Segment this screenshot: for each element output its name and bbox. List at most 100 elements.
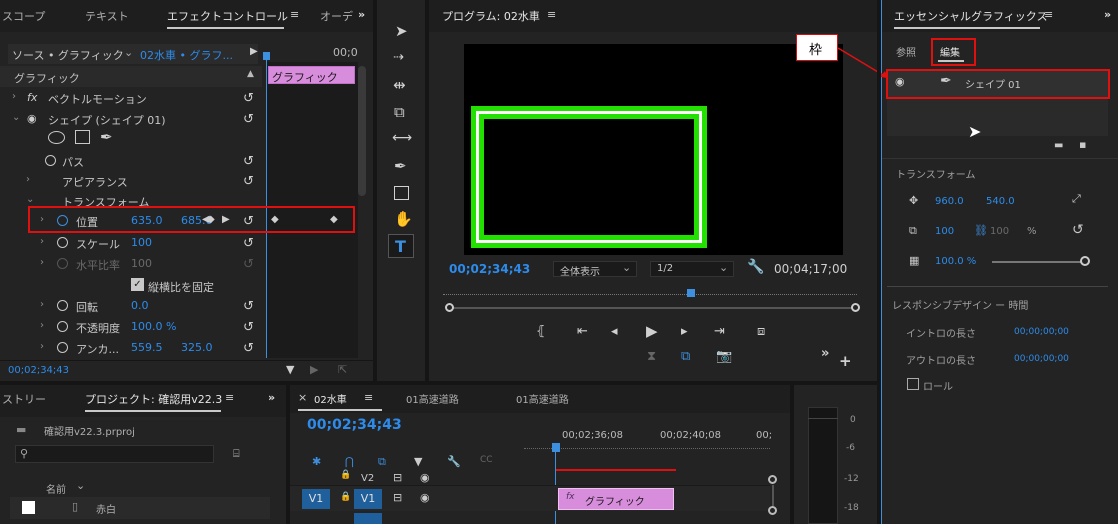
vertical-scrollbar[interactable] xyxy=(772,485,774,506)
tab-browse[interactable]: 参照 xyxy=(896,44,916,59)
comparison-view-icon[interactable]: ⧉ xyxy=(681,349,690,364)
panel-menu-icon[interactable]: ≡ xyxy=(547,8,556,21)
more-controls-icon[interactable]: » xyxy=(821,346,829,361)
collapse-chevron-icon[interactable]: ⌄ xyxy=(26,194,34,205)
timeline-timecode[interactable]: 00;02;34;43 xyxy=(307,417,402,433)
more-tabs-icon[interactable]: » xyxy=(358,8,365,21)
stopwatch-icon[interactable] xyxy=(45,155,56,166)
tab-sequence-02[interactable]: 02水車 xyxy=(314,391,347,406)
lock-icon[interactable]: 🔒 xyxy=(340,492,351,502)
tab-effect-controls[interactable]: エフェクトコントロール xyxy=(167,8,288,24)
opacity-slider-handle[interactable] xyxy=(1080,256,1090,266)
roll-checkbox[interactable] xyxy=(907,378,919,390)
add-button-icon[interactable]: + xyxy=(839,352,852,370)
panel-menu-icon[interactable]: ≡ xyxy=(364,391,373,404)
essential-graphics-title[interactable]: エッセンシャルグラフィックス xyxy=(894,8,1047,24)
eye-icon[interactable]: ◉ xyxy=(420,491,430,504)
sync-lock-icon[interactable]: ⊟ xyxy=(393,491,402,504)
opacity-slider[interactable] xyxy=(992,261,1082,263)
scroll-handle[interactable] xyxy=(768,475,777,484)
close-icon[interactable]: × xyxy=(298,391,307,404)
uniform-scale-checkbox[interactable]: ✓ xyxy=(131,278,144,291)
reset-icon[interactable]: ↺ xyxy=(243,112,257,127)
expand-chevron-icon[interactable]: › xyxy=(40,341,44,352)
link-icon[interactable]: ⛓ xyxy=(974,224,988,237)
play-audio-icon[interactable]: ▶ xyxy=(310,363,318,376)
opacity-value[interactable]: 100.0 % xyxy=(935,256,976,267)
intro-value[interactable]: 00;00;00;00 xyxy=(1014,327,1069,337)
panel-menu-icon[interactable]: ≡ xyxy=(225,391,234,404)
captions-icon[interactable]: CC xyxy=(480,455,493,465)
program-video-canvas[interactable] xyxy=(464,44,843,255)
hand-tool-icon[interactable]: ✋ xyxy=(394,210,413,228)
expand-chevron-icon[interactable]: › xyxy=(40,257,44,268)
timeline-playhead-marker[interactable] xyxy=(552,443,560,452)
tab-sequence-01b[interactable]: 01高速道路 xyxy=(516,391,569,406)
new-group-icon[interactable]: ▬ xyxy=(1054,140,1063,151)
wrench-icon[interactable]: 🔧 xyxy=(747,259,764,275)
play-only-icon[interactable]: ▶ xyxy=(250,46,258,57)
column-name-header[interactable]: 名前 xyxy=(46,481,66,496)
reset-icon[interactable]: ↺ xyxy=(243,174,257,189)
insert-icon[interactable]: ⧈ xyxy=(757,324,765,339)
time-ruler[interactable] xyxy=(443,294,857,300)
tab-scopes[interactable]: スコープ xyxy=(2,8,45,24)
type-tool-button[interactable]: T xyxy=(388,234,414,258)
chevron-down-icon[interactable]: ⌄ xyxy=(76,479,85,492)
source-selector[interactable]: ソース • グラフィック ⌄ 02水車 • グラフ... xyxy=(8,44,258,64)
ellipse-mask-icon[interactable] xyxy=(48,131,65,144)
playhead-marker[interactable] xyxy=(263,52,270,60)
timeline-clip[interactable]: fx グラフィック xyxy=(558,488,674,510)
expand-chevron-icon[interactable]: › xyxy=(26,174,30,185)
filter-icon[interactable]: ▼ xyxy=(286,363,294,376)
reset-icon[interactable]: ↺ xyxy=(243,341,257,356)
go-to-out-icon[interactable]: ⇥ xyxy=(714,324,725,339)
collapse-up-icon[interactable]: ▲ xyxy=(247,69,254,79)
list-item[interactable]: ▯ 赤白 xyxy=(10,497,270,519)
expand-chevron-icon[interactable]: › xyxy=(40,320,44,331)
fit-dropdown[interactable]: 全体表示 ⌄ xyxy=(553,261,637,278)
clip-label[interactable]: 02水車 • グラフ... xyxy=(140,47,233,63)
expand-chevron-icon[interactable]: › xyxy=(40,299,44,310)
export-icon[interactable]: ⇱ xyxy=(338,363,347,376)
expand-chevron-icon[interactable]: › xyxy=(12,91,16,102)
stopwatch-icon[interactable] xyxy=(57,237,68,248)
rectangle-mask-icon[interactable] xyxy=(75,130,90,144)
rotation-icon[interactable]: ↺ xyxy=(1072,222,1084,238)
panel-menu-icon[interactable]: ≡ xyxy=(1044,8,1053,21)
ripple-edit-tool-icon[interactable]: ⇹ xyxy=(393,76,406,94)
slip-tool-icon[interactable]: ⟷ xyxy=(392,130,412,146)
new-bin-icon[interactable]: ⌸ xyxy=(233,447,240,461)
step-forward-icon[interactable]: ▸ xyxy=(681,324,688,339)
snap-nest-icon[interactable]: ✱ xyxy=(312,455,321,468)
track-select-tool-icon[interactable]: ⇢ xyxy=(393,50,404,65)
anchor-point-icon[interactable]: ⤢ xyxy=(1072,192,1081,206)
eye-icon[interactable]: ◉ xyxy=(420,471,430,484)
wrench-icon[interactable]: 🔧 xyxy=(447,455,461,468)
step-back-icon[interactable]: ◂ xyxy=(611,324,618,339)
eye-icon[interactable]: ◉ xyxy=(27,112,37,125)
tab-sequence-01a[interactable]: 01高速道路 xyxy=(406,391,459,406)
scroll-handle[interactable] xyxy=(768,506,777,515)
zoom-bar[interactable] xyxy=(447,307,857,309)
add-marker-icon[interactable]: ▼ xyxy=(414,455,422,468)
tab-history[interactable]: ストリー xyxy=(2,391,46,407)
source-patch-v1[interactable]: V1 xyxy=(302,489,330,509)
resolution-dropdown[interactable]: 1/2 ⌄ xyxy=(650,261,734,277)
mark-in-icon[interactable]: ⦃ xyxy=(536,324,546,339)
playhead-marker[interactable] xyxy=(687,289,695,297)
linked-selection-icon[interactable]: ⧉ xyxy=(378,455,386,469)
new-layer-icon[interactable]: ▪ xyxy=(1079,138,1086,151)
position-y-value[interactable]: 540.0 xyxy=(986,196,1015,207)
tab-audio[interactable]: オーデ xyxy=(320,8,353,24)
work-area-bar[interactable] xyxy=(556,469,676,471)
scale-value[interactable]: 100 xyxy=(935,226,954,237)
zoom-handle-left[interactable] xyxy=(445,303,454,312)
program-timecode[interactable]: 00;02;34;43 xyxy=(449,262,530,276)
zoom-handle-right[interactable] xyxy=(851,303,860,312)
razor-tool-icon[interactable]: ⧉ xyxy=(394,103,405,121)
program-monitor-title[interactable]: プログラム: 02水車 xyxy=(442,8,540,24)
lock-icon[interactable]: 🔒 xyxy=(340,470,351,480)
panel-menu-icon[interactable]: ≡ xyxy=(290,8,299,21)
pen-mask-icon[interactable]: ✒ xyxy=(100,128,113,146)
